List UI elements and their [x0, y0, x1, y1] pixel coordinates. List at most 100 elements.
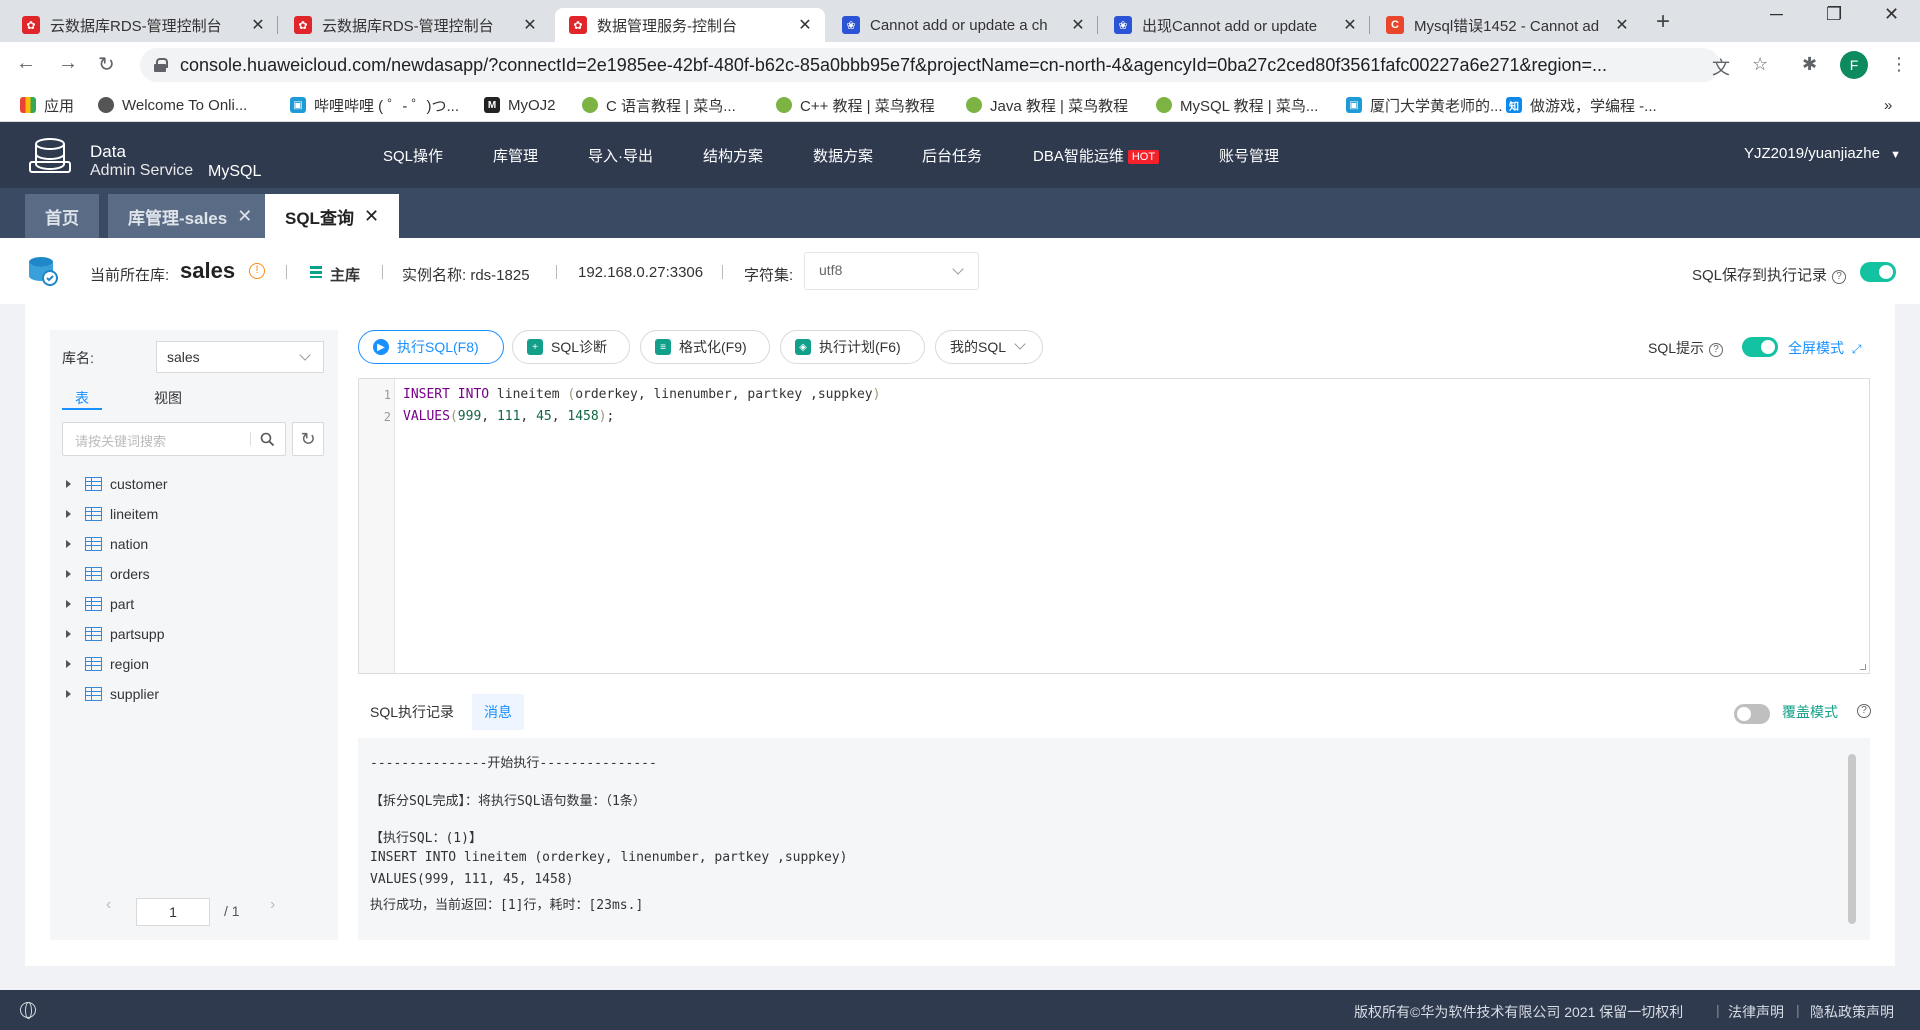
- tab-tables[interactable]: 表: [75, 388, 89, 408]
- menu-dba-ops[interactable]: DBA智能运维 HOT: [1033, 145, 1160, 166]
- my-sql-dropdown[interactable]: 我的SQL: [935, 330, 1043, 364]
- table-item-region[interactable]: region: [66, 653, 149, 675]
- tab-sql-history[interactable]: SQL执行记录: [370, 702, 454, 722]
- search-icon[interactable]: [260, 432, 275, 447]
- caret-right-icon[interactable]: [66, 570, 71, 578]
- tab-messages[interactable]: 消息: [472, 694, 524, 730]
- close-tab-icon[interactable]: ✕: [795, 15, 815, 35]
- globe-icon[interactable]: [20, 1002, 36, 1019]
- new-tab-icon[interactable]: +: [1656, 8, 1670, 36]
- tab-home[interactable]: 首页: [25, 194, 99, 238]
- tab-sql-query[interactable]: SQL查询 ✕: [265, 194, 400, 238]
- extensions-icon[interactable]: ✱: [1802, 54, 1817, 75]
- browser-tab[interactable]: ✿ 云数据库RDS-管理控制台 ✕: [280, 8, 550, 42]
- table-search-input[interactable]: 请按关键词搜索: [62, 422, 286, 456]
- forward-icon[interactable]: →: [58, 52, 78, 75]
- bookmark[interactable]: C 语言教程 | 菜鸟...: [582, 94, 736, 116]
- bookmark[interactable]: ▣ 哔哩哔哩 ( ゜- ゜)つ...: [290, 94, 459, 116]
- fullscreen-button[interactable]: 全屏模式 ⤢: [1788, 338, 1862, 358]
- close-tab-icon[interactable]: ✕: [1068, 15, 1088, 35]
- table-item-orders[interactable]: orders: [66, 563, 150, 585]
- close-tab-icon[interactable]: ✕: [520, 15, 540, 35]
- profile-avatar[interactable]: F: [1840, 51, 1868, 79]
- window-close-icon[interactable]: ✕: [1884, 4, 1899, 25]
- scrollbar[interactable]: [1848, 754, 1856, 924]
- save-history-toggle[interactable]: [1860, 262, 1896, 282]
- menu-data-plan[interactable]: 数据方案: [813, 145, 873, 166]
- page-number-input[interactable]: 1: [136, 898, 210, 926]
- browser-tab[interactable]: ❀ 出现Cannot add or update ✕: [1100, 8, 1370, 42]
- caret-right-icon[interactable]: [66, 660, 71, 668]
- caret-right-icon[interactable]: [66, 690, 71, 698]
- browser-tab-active[interactable]: ✿ 数据管理服务-控制台 ✕: [555, 8, 825, 42]
- minimize-icon[interactable]: ─: [1770, 4, 1783, 25]
- execution-plan-button[interactable]: ◈ 执行计划(F6): [780, 330, 925, 364]
- execute-sql-button[interactable]: ▶ 执行SQL(F8): [358, 330, 504, 364]
- tab-views[interactable]: 视图: [154, 388, 182, 408]
- url-field[interactable]: console.huaweicloud.com/newdasapp/?conne…: [140, 48, 1720, 82]
- legal-link[interactable]: 法律声明: [1728, 1002, 1784, 1022]
- caret-right-icon[interactable]: [66, 510, 71, 518]
- next-page-icon[interactable]: ›: [270, 896, 275, 914]
- resize-handle[interactable]: [1860, 664, 1866, 670]
- info-icon[interactable]: !: [249, 263, 265, 279]
- help-icon[interactable]: ?: [1709, 343, 1724, 357]
- close-tab-icon[interactable]: ✕: [1340, 15, 1360, 35]
- tab-db-manage-sales[interactable]: 库管理-sales ✕: [108, 194, 273, 238]
- sql-hint-toggle[interactable]: [1742, 337, 1778, 357]
- menu-import-export[interactable]: 导入·导出: [588, 145, 653, 166]
- bookmark[interactable]: ▣ 厦门大学黄老师的...: [1346, 94, 1503, 116]
- bookmark[interactable]: 知 做游戏，学编程 -...: [1506, 94, 1657, 116]
- table-item-supplier[interactable]: supplier: [66, 683, 159, 705]
- caret-right-icon[interactable]: [66, 480, 71, 488]
- browser-tab[interactable]: C Mysql错误1452 - Cannot ad ✕: [1372, 8, 1642, 42]
- table-item-customer[interactable]: customer: [66, 473, 168, 495]
- menu-background-tasks[interactable]: 后台任务: [922, 145, 982, 166]
- primary-db-icon: [310, 266, 322, 278]
- format-button[interactable]: ≡ 格式化(F9): [640, 330, 770, 364]
- table-item-part[interactable]: part: [66, 593, 134, 615]
- close-icon[interactable]: ✕: [364, 206, 379, 227]
- menu-sql-ops[interactable]: SQL操作: [383, 145, 443, 166]
- table-item-lineitem[interactable]: lineitem: [66, 503, 158, 525]
- cover-mode-toggle[interactable]: [1734, 704, 1770, 724]
- star-icon[interactable]: ☆: [1752, 54, 1768, 75]
- browser-tab[interactable]: ✿ 云数据库RDS-管理控制台 ✕: [8, 8, 278, 42]
- bookmarks-more-icon[interactable]: »: [1884, 94, 1892, 116]
- menu-schema-plan[interactable]: 结构方案: [703, 145, 763, 166]
- menu-account-manage[interactable]: 账号管理: [1219, 145, 1279, 166]
- line-number: 2: [383, 410, 391, 424]
- bookmark[interactable]: C++ 教程 | 菜鸟教程: [776, 94, 935, 116]
- user-menu[interactable]: YJZ2019/yuanjiazhe ▼: [1744, 145, 1901, 162]
- bookmark[interactable]: 应用: [20, 94, 74, 116]
- menu-dots-icon[interactable]: ⋮: [1890, 54, 1908, 75]
- menu-db-manage[interactable]: 库管理: [493, 145, 538, 166]
- sql-editor[interactable]: 1 2 INSERT INTO lineitem (orderkey, line…: [358, 378, 1870, 674]
- caret-right-icon[interactable]: [66, 630, 71, 638]
- table-item-nation[interactable]: nation: [66, 533, 148, 555]
- charset-select[interactable]: utf8: [804, 252, 979, 290]
- caret-right-icon[interactable]: [66, 600, 71, 608]
- db-select[interactable]: sales: [156, 341, 324, 373]
- bookmark[interactable]: Java 教程 | 菜鸟教程: [966, 94, 1128, 116]
- bookmark[interactable]: M MyOJ2: [484, 94, 556, 116]
- close-icon[interactable]: ✕: [237, 206, 252, 227]
- sql-diagnose-button[interactable]: + SQL诊断: [512, 330, 630, 364]
- browser-tab[interactable]: ❀ Cannot add or update a ch ✕: [828, 8, 1098, 42]
- zhihu-icon: 知: [1506, 97, 1522, 113]
- help-icon[interactable]: ?: [1832, 270, 1847, 284]
- refresh-button[interactable]: ↻: [292, 422, 324, 456]
- caret-right-icon[interactable]: [66, 540, 71, 548]
- close-tab-icon[interactable]: ✕: [1612, 15, 1632, 35]
- bookmark[interactable]: MySQL 教程 | 菜鸟...: [1156, 94, 1318, 116]
- back-icon[interactable]: ←: [16, 52, 36, 75]
- privacy-link[interactable]: 隐私政策声明: [1810, 1002, 1894, 1022]
- restore-icon[interactable]: ❐: [1826, 4, 1842, 25]
- help-icon[interactable]: ?: [1857, 704, 1871, 718]
- reload-icon[interactable]: ↻: [98, 52, 115, 77]
- bookmark[interactable]: Welcome To Onli...: [98, 94, 247, 116]
- close-tab-icon[interactable]: ✕: [248, 15, 268, 35]
- table-item-partsupp[interactable]: partsupp: [66, 623, 164, 645]
- translate-icon[interactable]: 文: [1712, 54, 1730, 80]
- prev-page-icon[interactable]: ‹: [106, 896, 111, 914]
